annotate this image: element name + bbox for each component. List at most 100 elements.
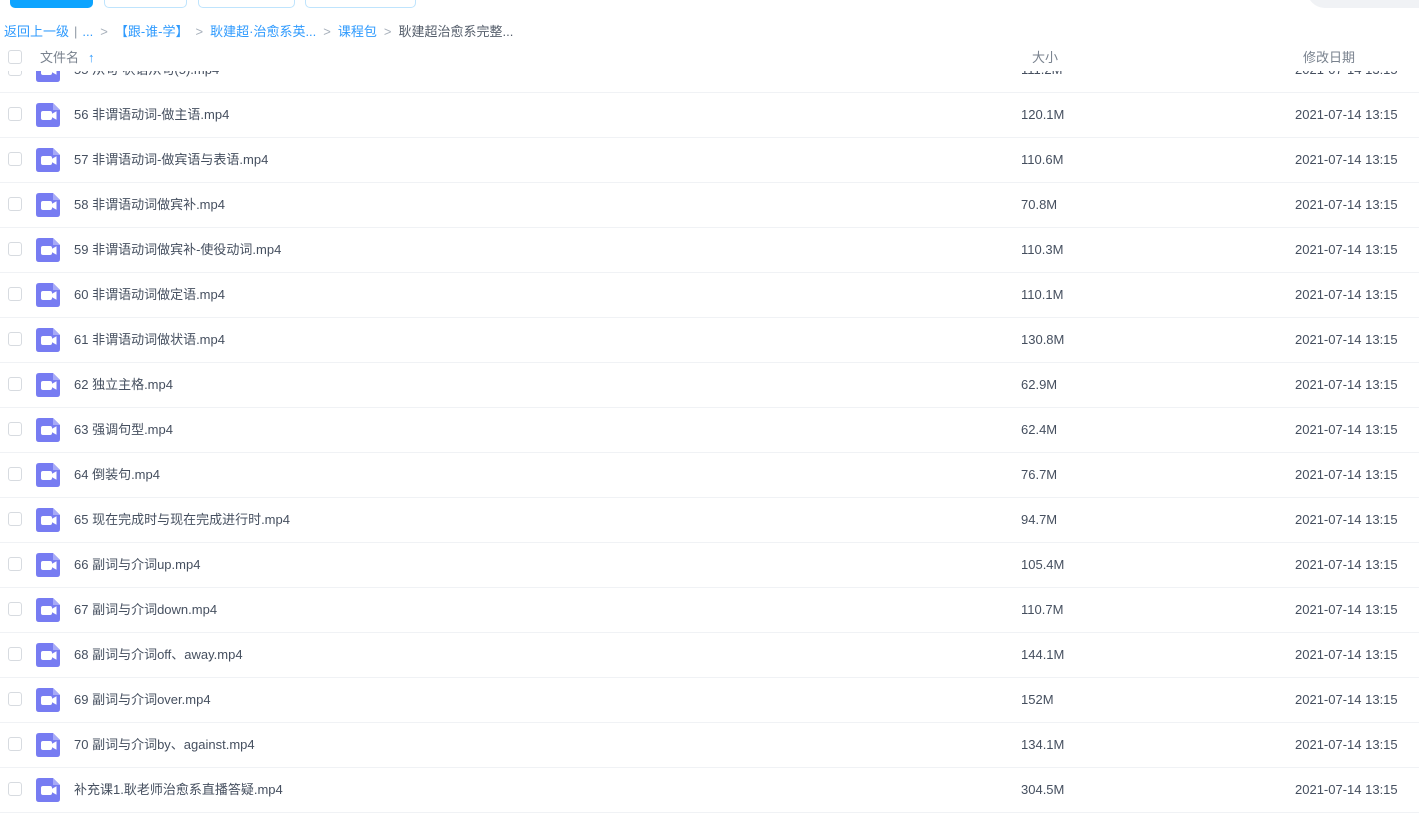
file-size: 110.7M xyxy=(1021,588,1063,632)
row-checkbox[interactable] xyxy=(8,602,22,616)
row-checkbox[interactable] xyxy=(8,377,22,391)
file-row[interactable]: 60 非谓语动词做定语.mp4 110.1M 2021-07-14 13:15 xyxy=(0,273,1419,318)
file-name[interactable]: 55 从句-状语从句(5).mp4 xyxy=(74,71,219,92)
file-row[interactable]: 65 现在完成时与现在完成进行时.mp4 94.7M 2021-07-14 13:1… xyxy=(0,498,1419,543)
file-name[interactable]: 67 副词与介词down.mp4 xyxy=(74,588,217,632)
file-name[interactable]: 70 副词与介词by、against.mp4 xyxy=(74,723,255,767)
breadcrumb-separator: > xyxy=(323,24,331,39)
row-checkbox[interactable] xyxy=(8,71,22,76)
file-row[interactable]: 57 非谓语动词-做宾语与表语.mp4110.6M2021-07-14 13:1… xyxy=(0,138,1419,183)
file-modified: 2021-07-14 13:15 xyxy=(1295,273,1398,317)
file-name[interactable]: 64 倒装句.mp4 xyxy=(74,453,160,497)
file-row[interactable]: 69 副词与介词over.mp4152M2021-07-14 13:15 xyxy=(0,678,1419,723)
file-row[interactable]: 62 独立主格.mp462.9M2021-07-14 13:15 xyxy=(0,363,1419,408)
row-checkbox[interactable] xyxy=(8,107,22,121)
sort-ascending-icon[interactable]: ↑ xyxy=(88,44,95,71)
row-checkbox[interactable] xyxy=(8,287,22,301)
file-size: 110.6M xyxy=(1021,138,1063,182)
row-checkbox[interactable] xyxy=(8,422,22,436)
file-size: 130.8M xyxy=(1021,318,1064,362)
file-row[interactable]: 68 副词与介词off、away.mp4144.1M2021-07-14 13:… xyxy=(0,633,1419,678)
toolbar-button-2[interactable] xyxy=(104,0,187,8)
file-row[interactable]: 补充课1.耿老师治愈系直播答疑.mp4304.5M2021-07-14 13:1… xyxy=(0,768,1419,813)
row-checkbox[interactable] xyxy=(8,332,22,346)
file-modified: 2021-07-14 13:15 xyxy=(1295,453,1398,497)
file-modified: 2021-07-14 13:15 xyxy=(1295,93,1398,137)
file-size: 110.3M xyxy=(1021,228,1063,272)
file-size: 110.1M xyxy=(1021,273,1063,317)
primary-action-button[interactable] xyxy=(10,0,93,8)
file-name[interactable]: 57 非谓语动词-做宾语与表语.mp4 xyxy=(74,138,268,182)
file-name[interactable]: 59 非谓语动词做宾补-使役动词.mp4 xyxy=(74,228,281,272)
table-header: 文件名 ↑ 大小 修改日期 xyxy=(0,44,1419,71)
breadcrumb-item-3[interactable]: 课程包 xyxy=(338,24,377,39)
select-all-checkbox[interactable] xyxy=(8,50,22,64)
breadcrumb-item-1[interactable]: 【跟-谁-学】 xyxy=(115,24,189,39)
row-checkbox[interactable] xyxy=(8,197,22,211)
column-header-modified[interactable]: 修改日期 xyxy=(1303,44,1355,71)
row-checkbox[interactable] xyxy=(8,467,22,481)
file-name[interactable]: 63 强调句型.mp4 xyxy=(74,408,173,452)
file-size: 62.4M xyxy=(1021,408,1057,452)
file-name[interactable]: 66 副词与介词up.mp4 xyxy=(74,543,200,587)
file-modified: 2021-07-14 13:15 xyxy=(1295,723,1398,767)
row-checkbox[interactable] xyxy=(8,737,22,751)
video-file-icon xyxy=(36,733,60,757)
row-checkbox[interactable] xyxy=(8,692,22,706)
video-file-icon xyxy=(36,373,60,397)
row-checkbox[interactable] xyxy=(8,152,22,166)
file-row[interactable]: 66 副词与介词up.mp4 105.4M 2021-07-14 13:15 xyxy=(0,543,1419,588)
file-row[interactable]: 63 强调句型.mp4 62.4M 2021-07-14 13:15 xyxy=(0,408,1419,453)
row-checkbox[interactable] xyxy=(8,647,22,661)
file-modified: 2021-07-14 13:15 xyxy=(1295,71,1398,92)
breadcrumb-pipe: | xyxy=(74,24,77,39)
file-name[interactable]: 62 独立主格.mp4 xyxy=(74,363,173,407)
video-file-icon xyxy=(36,688,60,712)
file-row[interactable]: 59 非谓语动词做宾补-使役动词.mp4110.3M2021-07-14 13:… xyxy=(0,228,1419,273)
file-row[interactable]: 70 副词与介词by、against.mp4134.1M2021-07-14 1… xyxy=(0,723,1419,768)
breadcrumb-item-2[interactable]: 耿建超·治愈系英... xyxy=(210,24,316,39)
row-checkbox[interactable] xyxy=(8,242,22,256)
file-name[interactable]: 60 非谓语动词做定语.mp4 xyxy=(74,273,225,317)
file-name[interactable]: 61 非谓语动词做状语.mp4 xyxy=(74,318,225,362)
file-row[interactable]: 61 非谓语动词做状语.mp4 130.8M 2021-07-14 13:15 xyxy=(0,318,1419,363)
file-name[interactable]: 补充课1.耿老师治愈系直播答疑.mp4 xyxy=(74,768,283,812)
file-modified: 2021-07-14 13:15 xyxy=(1295,498,1398,542)
toolbar-button-3[interactable] xyxy=(198,0,295,8)
file-row[interactable]: 56 非谓语动词-做主语.mp4120.1M2021-07-14 13:15 xyxy=(0,93,1419,138)
video-file-icon xyxy=(36,148,60,172)
video-file-icon xyxy=(36,283,60,307)
row-checkbox[interactable] xyxy=(8,512,22,526)
video-file-icon xyxy=(36,553,60,577)
column-header-size[interactable]: 大小 xyxy=(1032,44,1058,71)
video-file-icon xyxy=(36,598,60,622)
row-checkbox[interactable] xyxy=(8,782,22,796)
breadcrumb: 返回上一级|...>【跟-谁-学】>耿建超·治愈系英...>课程包>耿建超治愈系… xyxy=(4,21,513,40)
column-header-filename[interactable]: 文件名 xyxy=(40,44,79,71)
file-name[interactable]: 65 现在完成时与现在完成进行时.mp4 xyxy=(74,498,290,542)
file-modified: 2021-07-14 13:15 xyxy=(1295,543,1398,587)
file-name[interactable]: 68 副词与介词off、away.mp4 xyxy=(74,633,243,677)
breadcrumb-separator: > xyxy=(196,24,204,39)
video-file-icon xyxy=(36,71,60,82)
breadcrumb-separator: > xyxy=(384,24,392,39)
breadcrumb-ellipsis[interactable]: ... xyxy=(82,24,93,39)
file-size: 304.5M xyxy=(1021,768,1064,812)
video-file-icon xyxy=(36,778,60,802)
file-size: 94.7M xyxy=(1021,498,1057,542)
search-box[interactable] xyxy=(1307,0,1419,8)
file-size: 105.4M xyxy=(1021,543,1064,587)
file-name[interactable]: 69 副词与介词over.mp4 xyxy=(74,678,211,722)
file-modified: 2021-07-14 13:15 xyxy=(1295,318,1398,362)
file-name[interactable]: 56 非谓语动词-做主语.mp4 xyxy=(74,93,229,137)
back-link[interactable]: 返回上一级 xyxy=(4,24,69,39)
row-checkbox[interactable] xyxy=(8,557,22,571)
file-row[interactable]: 64 倒装句.mp476.7M2021-07-14 13:15 xyxy=(0,453,1419,498)
file-row[interactable]: 58 非谓语动词做宾补.mp470.8M2021-07-14 13:15 xyxy=(0,183,1419,228)
file-row[interactable]: 55 从句-状语从句(5).mp4111.2M2021-07-14 13:15 xyxy=(0,71,1419,93)
file-row[interactable]: 67 副词与介词down.mp4110.7M2021-07-14 13:15 xyxy=(0,588,1419,633)
file-name[interactable]: 58 非谓语动词做宾补.mp4 xyxy=(74,183,225,227)
toolbar-button-4[interactable] xyxy=(305,0,416,8)
file-modified: 2021-07-14 13:15 xyxy=(1295,633,1398,677)
file-modified: 2021-07-14 13:15 xyxy=(1295,408,1398,452)
